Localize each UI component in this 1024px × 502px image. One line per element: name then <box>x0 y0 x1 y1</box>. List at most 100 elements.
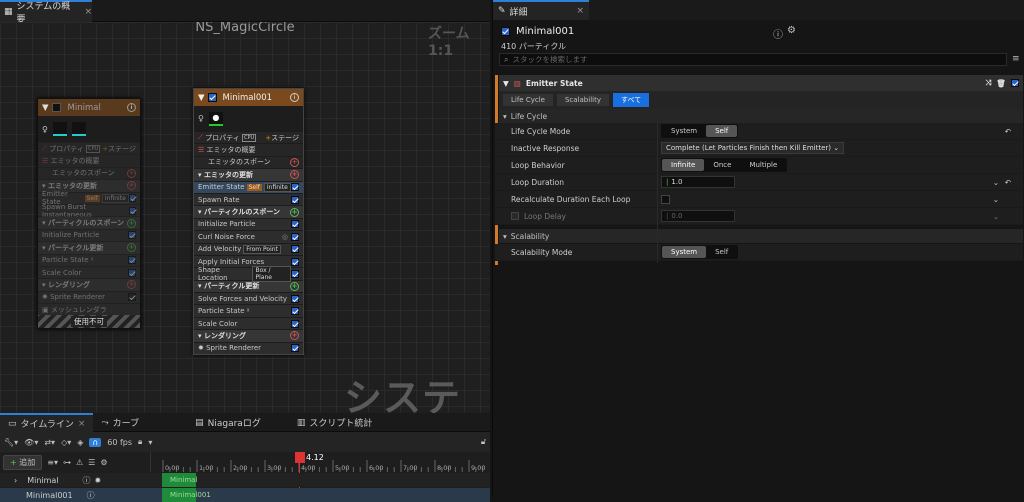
group-lifecycle[interactable]: ▾ Life Cycle <box>499 109 1023 123</box>
module-checkbox[interactable] <box>1011 79 1019 87</box>
emitter-node-minimal001[interactable]: ▼ Minimal001 i ♀ ● ⟋ プロパティ CPU + ステージ ☰ エミ… <box>193 88 304 356</box>
warning-icon[interactable]: ⚠ <box>76 458 83 467</box>
search-input[interactable]: ⌕ スタックを検索します <box>499 53 1007 66</box>
module-row[interactable]: Scale Color <box>194 316 303 330</box>
add-icon[interactable]: + <box>127 218 136 228</box>
add-icon[interactable]: + <box>290 157 299 167</box>
module-row[interactable]: Spawn Rate <box>194 192 303 206</box>
list-item[interactable]: ☰ エミッタの概要 <box>194 143 303 155</box>
loop-delay-input[interactable]: | 0.0 <box>661 210 735 222</box>
fps-label[interactable]: 60 fps <box>107 438 132 447</box>
key-icon[interactable]: ◇▾ <box>61 438 71 447</box>
module-row[interactable]: Emitter State Self Infinite <box>194 180 303 193</box>
add-icon[interactable]: + <box>290 281 299 291</box>
expand-icon[interactable]: › <box>14 476 17 485</box>
collapse-arrow-icon[interactable]: ▼ <box>42 103 49 113</box>
section-row[interactable]: ▾ パーティクル更新 + <box>38 241 140 254</box>
list-item[interactable]: ☰ エミッタの概要 <box>38 154 140 166</box>
filter-tab-all[interactable]: すべて <box>612 93 650 107</box>
transform-icon[interactable]: ⇄▾ <box>44 438 55 447</box>
tab-niagara-log[interactable]: ▤ Niagaraログ <box>187 413 269 432</box>
module-checkbox[interactable] <box>291 294 299 303</box>
module-checkbox[interactable] <box>128 256 136 265</box>
filter-icon[interactable]: ≡ <box>1012 54 1020 64</box>
module-row[interactable]: ▣ メッシュレンダラ <box>38 303 140 316</box>
module-row[interactable]: ✹ Sprite Renderer <box>194 341 303 355</box>
props-row[interactable]: ⟋ プロパティ CPU + ステージ <box>194 131 303 143</box>
module-row[interactable]: Add Velocity From Point <box>194 242 303 255</box>
inactive-response-dropdown[interactable]: Complete (Let Particles Finish then Kill… <box>661 142 845 154</box>
info-icon[interactable]: i <box>127 103 136 112</box>
add-button[interactable]: + 追加 <box>3 455 43 470</box>
eye-icon[interactable]: ◎ <box>282 233 288 241</box>
module-checkbox[interactable] <box>291 344 299 353</box>
node-header[interactable]: ▼ Minimal i <box>38 99 140 116</box>
module-row[interactable]: Spawn Burst Instantaneous <box>38 203 140 219</box>
track-bar[interactable]: Minimal001 <box>162 488 211 502</box>
emitter-state-header[interactable]: ▼ ▧ Emitter State ⤨ 🗑︎ <box>499 75 1023 91</box>
section-row[interactable]: ▾ エミッタの更新 + <box>194 168 303 181</box>
module-row[interactable]: Shape Location Box / Plane <box>194 266 303 282</box>
timeline-track-minimal001[interactable]: Minimal001 ⓘ Minimal001 <box>0 488 490 502</box>
module-row[interactable]: Initialize Particle <box>38 228 140 242</box>
option-self[interactable]: Self <box>706 125 738 137</box>
info-icon[interactable]: ⓘ <box>773 26 783 41</box>
trash-icon[interactable]: 🗑︎ <box>996 79 1006 88</box>
chevron-down-icon[interactable]: ⌄ <box>993 195 999 204</box>
collapse-arrow-icon[interactable]: ▼ <box>198 93 205 103</box>
option-multiple[interactable]: Multiple <box>740 159 786 171</box>
module-checkbox[interactable] <box>128 194 136 203</box>
add-icon[interactable]: + <box>290 331 299 341</box>
chevron-down-icon[interactable]: ⌄ <box>993 212 999 221</box>
info-icon[interactable]: i <box>290 93 299 102</box>
close-icon[interactable]: × <box>84 7 92 17</box>
timeline-area[interactable]: + 追加 ≡▾ ⊶ ⚠ ☰ ⚙ 0.00 1.00 2.00 3.00 4.00 5.00… <box>0 452 490 502</box>
option-once[interactable]: Once <box>704 159 740 171</box>
toggle-icon[interactable]: ⊶ <box>63 458 71 467</box>
enable-checkbox[interactable] <box>207 93 217 102</box>
tab-script-stats[interactable]: ▥ スクリプト統計 <box>289 413 381 432</box>
tab-system-overview[interactable]: ▦ システムの概要 × <box>0 0 92 25</box>
settings-icon[interactable]: ⚙ <box>100 458 107 467</box>
shuffle-icon[interactable]: ⤨ <box>985 78 991 88</box>
filter-icon[interactable]: ≡▾ <box>47 458 58 467</box>
module-checkbox[interactable] <box>128 206 136 215</box>
magnet-icon[interactable]: ∩ <box>89 437 102 447</box>
list-icon[interactable]: ☰ <box>88 458 95 467</box>
module-checkbox[interactable] <box>291 232 299 241</box>
option-system[interactable]: System <box>662 246 707 258</box>
add-icon[interactable]: + <box>127 168 136 178</box>
module-row[interactable]: Initialize Particle <box>194 217 303 231</box>
gear-icon[interactable]: ⚙ <box>787 25 796 36</box>
module-checkbox[interactable] <box>291 183 299 192</box>
module-row[interactable]: Particle State ᵡ <box>194 304 303 317</box>
module-row[interactable]: Particle State ᵡ <box>38 253 140 266</box>
add-icon[interactable]: + <box>127 280 136 290</box>
module-row[interactable]: Curl Noise Force ◎ <box>194 230 303 243</box>
module-checkbox[interactable] <box>128 268 136 277</box>
emitter-enable-checkbox[interactable] <box>501 27 510 36</box>
module-checkbox[interactable] <box>291 220 299 229</box>
node-header[interactable]: ▼ Minimal001 i <box>194 89 303 106</box>
option-infinite[interactable]: Infinite <box>662 159 705 171</box>
module-row[interactable]: Solve Forces and Velocity <box>194 292 303 305</box>
module-checkbox[interactable] <box>291 269 299 278</box>
section-row[interactable]: ▾ パーティクルのスポーン + <box>194 205 303 218</box>
reset-icon[interactable]: ↶ <box>1005 127 1011 136</box>
eye-icon[interactable]: 👁︎▾ <box>24 438 38 447</box>
close-icon[interactable]: × <box>576 6 584 16</box>
add-icon[interactable]: + <box>290 170 299 180</box>
chevron-down-icon[interactable]: ▾ <box>148 438 152 447</box>
add-icon[interactable]: + <box>127 243 136 253</box>
timeline-track-minimal[interactable]: › Minimal ⓘ ✹ Minimal <box>0 473 490 487</box>
module-checkbox[interactable] <box>128 293 136 302</box>
module-checkbox[interactable] <box>291 245 299 254</box>
module-checkbox[interactable] <box>291 319 299 328</box>
list-item[interactable]: エミッタのスポーン + <box>38 166 140 179</box>
module-row[interactable]: Scale Color <box>38 265 140 279</box>
add-icon[interactable]: + <box>127 181 136 191</box>
lock-icon[interactable]: 🔒︎ <box>138 437 142 447</box>
loop-duration-input[interactable]: | 1.0 <box>661 176 735 188</box>
recalc-checkbox[interactable] <box>661 194 670 204</box>
wrench-icon[interactable]: 🔧︎▾ <box>4 438 18 447</box>
